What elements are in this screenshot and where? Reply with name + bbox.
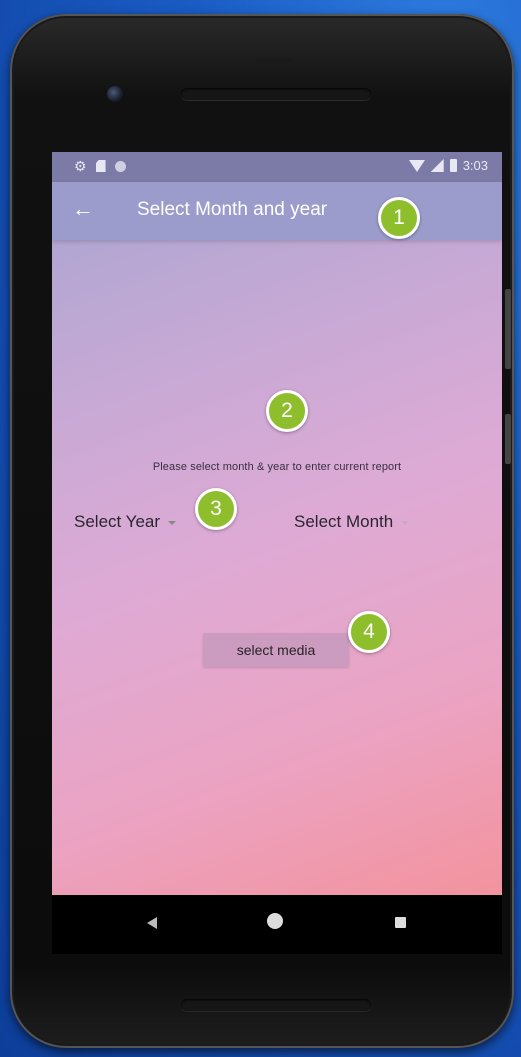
app-bar: ← Select Month and year — [52, 182, 502, 240]
year-dropdown[interactable]: Select Year — [74, 512, 177, 532]
annotation-marker-1: 1 — [378, 197, 420, 239]
earpiece-speaker — [181, 88, 371, 100]
phone-screen: ⚙ 3:03 ← Select Month and year Please se… — [52, 152, 502, 954]
month-dropdown[interactable]: Select Month — [294, 512, 410, 532]
volume-button — [505, 414, 511, 464]
front-camera-icon — [107, 86, 123, 102]
main-content: ← Select Month and year Please select mo… — [52, 182, 502, 895]
bottom-speaker — [181, 999, 371, 1011]
status-time: 3:03 — [462, 158, 488, 173]
wifi-icon — [408, 159, 425, 172]
navigation-bar — [52, 895, 502, 954]
power-button — [505, 289, 511, 369]
phone-frame: ⚙ 3:03 ← Select Month and year Please se… — [10, 14, 514, 1048]
year-dropdown-label: Select Year — [74, 512, 161, 531]
nav-home-icon[interactable] — [267, 913, 283, 929]
gear-icon: ⚙ — [74, 158, 87, 174]
status-bar: ⚙ 3:03 — [52, 152, 502, 182]
chevron-down-icon — [401, 521, 410, 525]
page-title: Select Month and year — [137, 199, 328, 220]
nav-recents-icon[interactable] — [395, 917, 406, 928]
nav-back-icon[interactable] — [147, 917, 157, 929]
signal-icon — [430, 159, 444, 172]
circle-icon — [114, 160, 126, 172]
annotation-marker-2: 2 — [266, 390, 308, 432]
month-dropdown-label: Select Month — [294, 512, 394, 531]
annotation-marker-3: 3 — [195, 488, 237, 530]
annotation-marker-4: 4 — [348, 611, 390, 653]
arrow-left-icon[interactable]: ← — [72, 195, 94, 223]
battery-icon — [449, 159, 457, 172]
chevron-down-icon — [168, 521, 177, 525]
sd-card-icon — [95, 160, 106, 172]
instruction-text: Please select month & year to enter curr… — [152, 461, 402, 473]
proximity-sensor — [256, 58, 292, 66]
select-media-button[interactable]: select media — [203, 633, 349, 667]
